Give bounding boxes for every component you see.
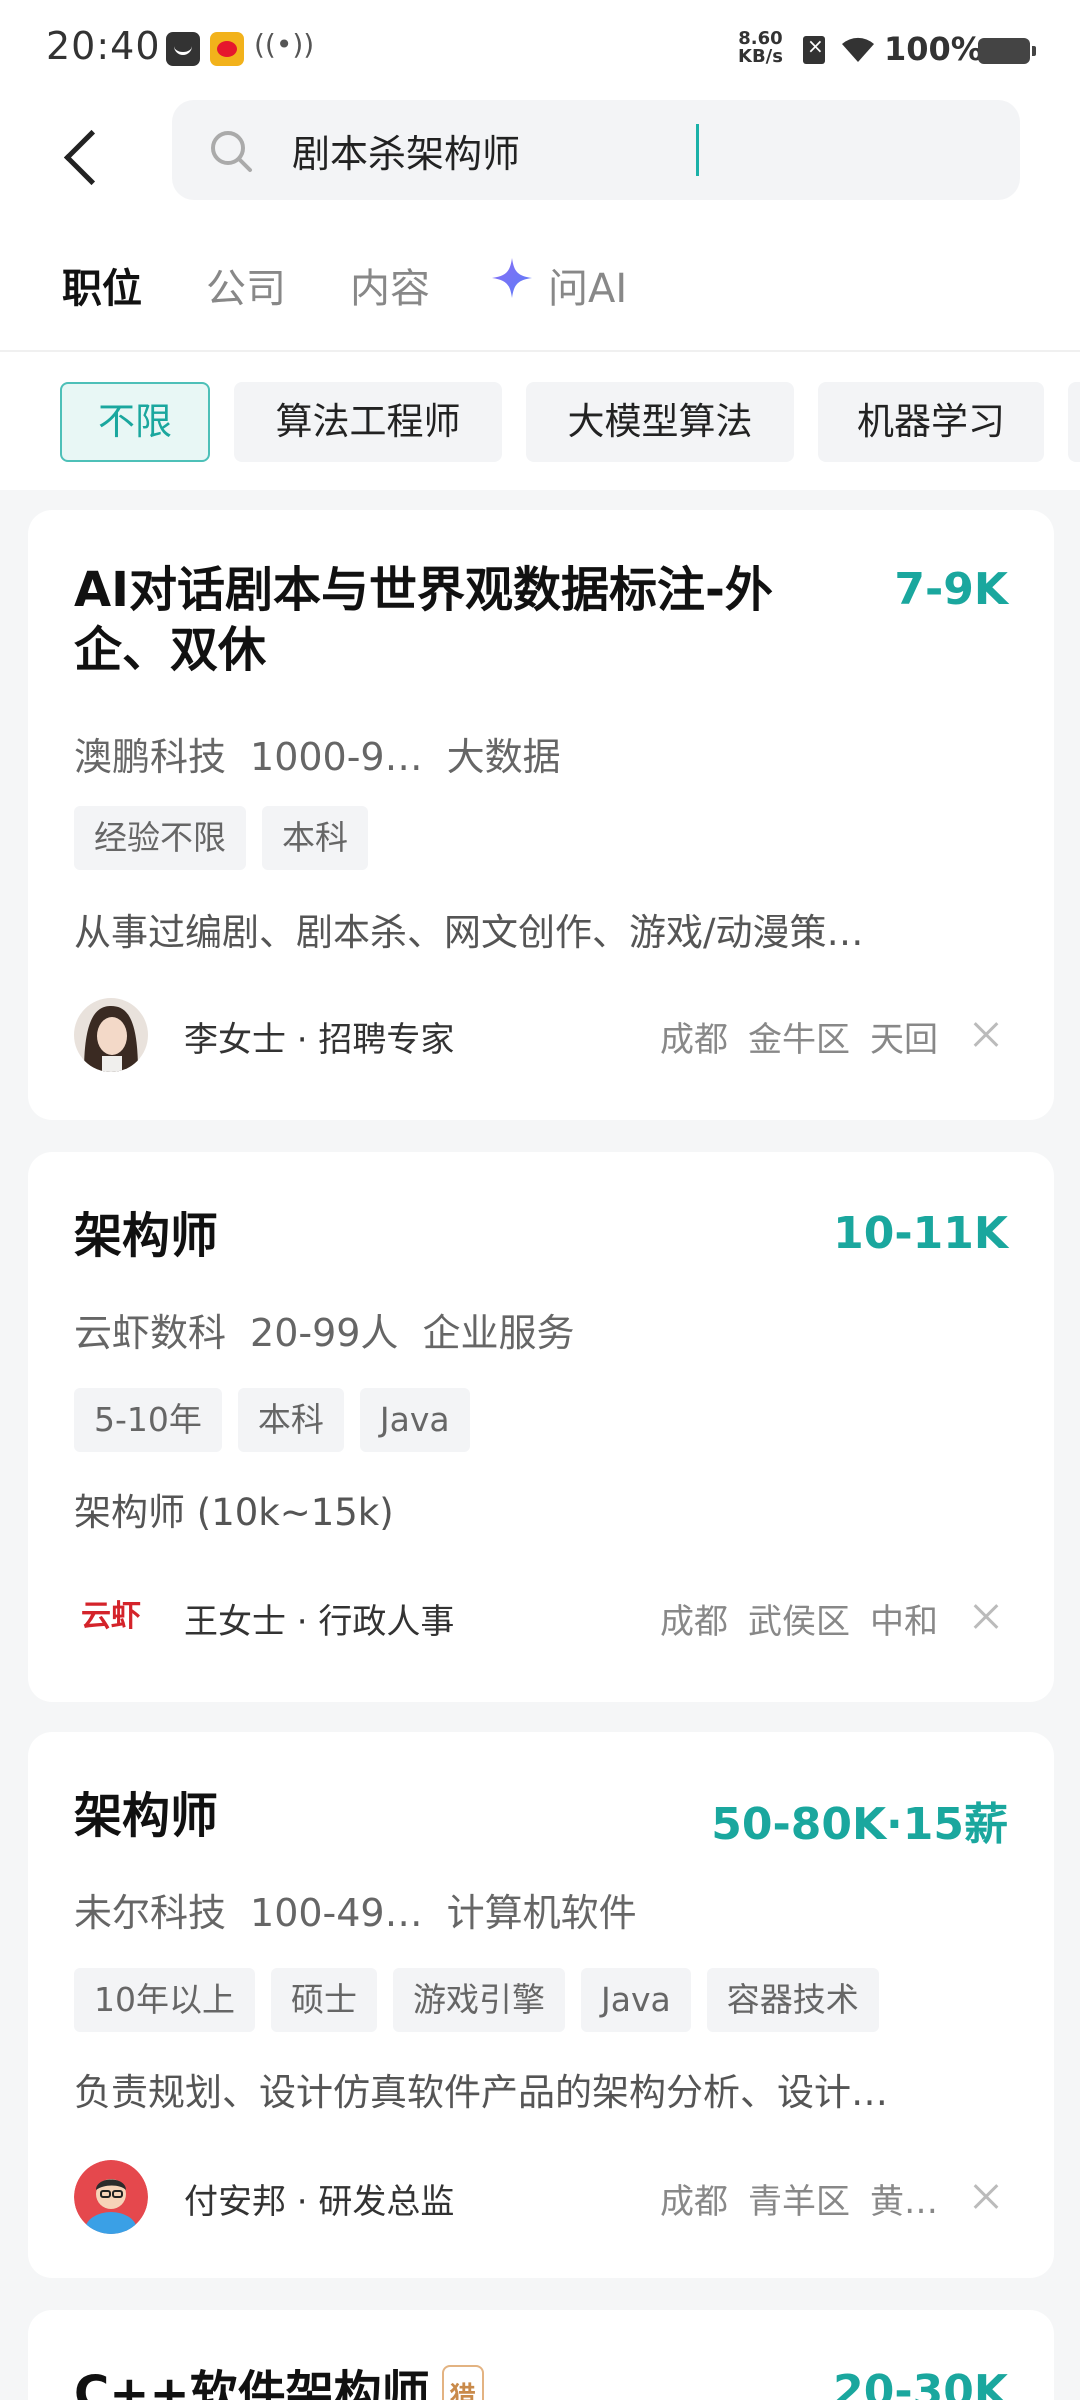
back-button[interactable]: [56, 120, 116, 190]
job-tag: 经验不限: [74, 806, 246, 870]
dismiss-icon[interactable]: [958, 1006, 1014, 1062]
company-size: 20-99人: [250, 1311, 399, 1355]
job-title: 架构师: [74, 1788, 219, 1844]
company-name: 澳鹏科技: [74, 735, 227, 779]
network-speed: 8.60 KB/s: [738, 28, 783, 67]
job-card[interactable]: AI对话剧本与世界观数据标注-外 企、双休 7-9K 澳鹏科技 1000-9… 大数…: [28, 510, 1054, 1120]
job-location: 成都 金牛区 天回: [660, 1020, 938, 1060]
status-time: 20:40: [46, 24, 161, 68]
company-industry: 大数据: [446, 735, 561, 779]
job-card[interactable]: 架构师 50-80K·15薪 未尔科技 100-49… 计算机软件 10年以上 硕士游…: [28, 1732, 1054, 2278]
job-title: 架构师: [74, 1208, 219, 1264]
job-card[interactable]: 架构师 10-11K 云虾数科 20-99人 企业服务 5-10年 本科 Java 架构…: [28, 1152, 1054, 1702]
job-tag: 硕士: [271, 1968, 377, 2032]
search-icon: [211, 131, 252, 172]
headhunter-badge: 猎: [441, 2365, 484, 2400]
recruiter-avatar: [74, 2160, 148, 2234]
job-salary: 7-9K: [894, 564, 1008, 615]
filter-chip-algorithm-engineer[interactable]: 算法工程师: [234, 382, 502, 462]
recruiter-name: 付安邦 · 研发总监: [184, 2182, 455, 2222]
result-type-tabs: 职位 公司 内容 问AI: [0, 222, 1080, 350]
text-caret: [696, 124, 699, 176]
filter-chip-overflow[interactable]: [1068, 382, 1080, 462]
filter-chips: 不限 算法工程师 大模型算法 机器学习: [0, 350, 1080, 490]
battery-percent: 100%: [884, 30, 983, 68]
job-salary: 20-30K: [833, 2366, 1008, 2400]
search-header: [0, 100, 1080, 222]
company-info: 澳鹏科技 1000-9… 大数据: [74, 726, 585, 781]
company-industry: 企业服务: [422, 1311, 575, 1355]
company-size: 100-49…: [250, 1891, 423, 1935]
job-location: 成都 青羊区 黄…: [660, 2182, 938, 2222]
recruiter-row: 李女士 · 招聘专家 成都 金牛区 天回: [74, 998, 1014, 1072]
company-info: 云虾数科 20-99人 企业服务: [74, 1302, 598, 1357]
job-tag: 本科: [237, 1388, 344, 1452]
job-tags: 10年以上 硕士 游戏引擎 Java 容器技术: [74, 1968, 895, 2032]
company-name: 云虾数科: [74, 1311, 227, 1355]
job-card[interactable]: C++软件架构师猎 20-30K: [28, 2310, 1054, 2400]
battery-icon: [978, 38, 1036, 64]
status-bar: 20:40 ((•)) 8.60 KB/s 100%: [0, 0, 1080, 100]
job-title: AI对话剧本与世界观数据标注-外 企、双休: [74, 562, 773, 678]
job-salary: 10-11K: [833, 1208, 1008, 1259]
filter-chip-large-model-algorithm[interactable]: 大模型算法: [526, 382, 794, 462]
company-industry: 计算机软件: [446, 1891, 637, 1935]
tab-ask-ai[interactable]: 问AI: [548, 256, 627, 314]
filter-chip-machine-learning[interactable]: 机器学习: [818, 382, 1044, 462]
job-tags: 经验不限 本科: [74, 806, 384, 870]
job-description: 架构师 (10k~15k): [74, 1491, 394, 1534]
recruiter-name: 李女士 · 招聘专家: [184, 1020, 455, 1060]
job-tag: 10年以上: [74, 1968, 255, 2032]
recruiter-avatar: [74, 998, 148, 1072]
job-location: 成都 武侯区 中和: [660, 1602, 938, 1642]
tab-company[interactable]: 公司: [206, 256, 286, 314]
recruiter-row: 云虾 王女士 · 行政人事 成都 武侯区 中和: [74, 1580, 1014, 1654]
job-tags: 5-10年 本科 Java: [74, 1388, 486, 1452]
job-description: 负责规划、设计仿真软件产品的架构分析、设计…: [74, 2071, 888, 2114]
company-logo-avatar: 云虾: [74, 1580, 148, 1654]
job-tag: 5-10年: [74, 1388, 222, 1452]
job-description: 从事过编剧、剧本杀、网文创作、游戏/动漫策…: [74, 911, 864, 954]
tab-jobs[interactable]: 职位: [62, 256, 142, 314]
company-size: 1000-9…: [250, 735, 423, 779]
company-info: 未尔科技 100-49… 计算机软件: [74, 1882, 661, 1937]
job-salary: 50-80K·15薪: [711, 1799, 1008, 1850]
recruiter-row: 付安邦 · 研发总监 成都 青羊区 黄…: [74, 2160, 1014, 2234]
dismiss-icon[interactable]: [958, 2168, 1014, 2224]
recruiter-name: 王女士 · 行政人事: [184, 1602, 455, 1642]
search-box[interactable]: [172, 100, 1020, 200]
message-notification-icon: [166, 32, 200, 66]
hotspot-icon: ((•)): [254, 28, 315, 61]
filter-chip-unlimited[interactable]: 不限: [60, 382, 210, 462]
job-tag: 游戏引擎: [393, 1968, 565, 2032]
weibo-notification-icon: [210, 32, 244, 66]
dismiss-icon[interactable]: [958, 1588, 1014, 1644]
tab-content[interactable]: 内容: [350, 256, 430, 314]
job-tag: Java: [359, 1388, 470, 1452]
wifi-icon: [842, 37, 874, 62]
job-tag: Java: [581, 1968, 691, 2032]
search-input[interactable]: [292, 122, 972, 178]
company-name: 未尔科技: [74, 1891, 227, 1935]
job-title: C++软件架构师猎: [74, 2364, 484, 2400]
job-tag: 本科: [262, 806, 368, 870]
ai-sparkle-icon[interactable]: [490, 256, 534, 300]
no-sim-icon: [803, 34, 825, 64]
job-tag: 容器技术: [706, 1968, 879, 2032]
